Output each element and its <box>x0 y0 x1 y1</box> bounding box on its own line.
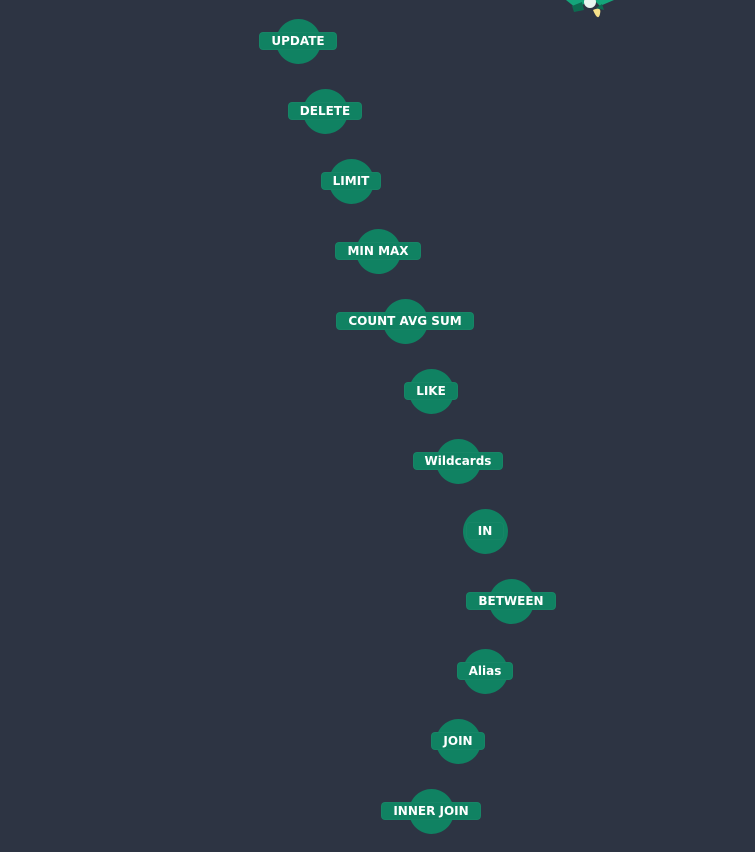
lesson-label: INNER JOIN <box>381 802 481 820</box>
lesson-label: LIMIT <box>320 172 382 190</box>
lesson-label: IN <box>465 522 505 540</box>
lesson-node-between[interactable]: BETWEEN <box>441 578 581 624</box>
lesson-node-join[interactable]: JOIN <box>388 718 528 764</box>
lesson-node-update[interactable]: UPDATE <box>228 18 368 64</box>
lesson-node-in[interactable]: IN <box>415 508 555 554</box>
lesson-node-delete[interactable]: DELETE <box>255 88 395 134</box>
lesson-label: Alias <box>456 662 514 680</box>
lesson-node-limit[interactable]: LIMIT <box>281 158 421 204</box>
lesson-node-min-max[interactable]: MIN MAX <box>308 228 448 274</box>
lesson-label: UPDATE <box>259 32 337 50</box>
lesson-label: Wildcards <box>412 452 504 470</box>
lesson-node-inner-join[interactable]: INNER JOIN <box>361 788 501 834</box>
lesson-label: MIN MAX <box>335 242 421 260</box>
lesson-label: DELETE <box>287 102 363 120</box>
lesson-label: COUNT AVG SUM <box>336 312 474 330</box>
lesson-label: JOIN <box>431 732 485 750</box>
lesson-path: UPDATE DELETE LIMIT MIN MAX COUNT AVG SU… <box>0 0 755 852</box>
lesson-node-like[interactable]: LIKE <box>361 368 501 414</box>
lesson-label: BETWEEN <box>466 592 556 610</box>
lesson-node-alias[interactable]: Alias <box>415 648 555 694</box>
rocket-mascot-icon <box>566 0 614 18</box>
lesson-label: LIKE <box>404 382 458 400</box>
lesson-node-wildcards[interactable]: Wildcards <box>388 438 528 484</box>
lesson-node-count-avg-sum[interactable]: COUNT AVG SUM <box>335 298 475 344</box>
